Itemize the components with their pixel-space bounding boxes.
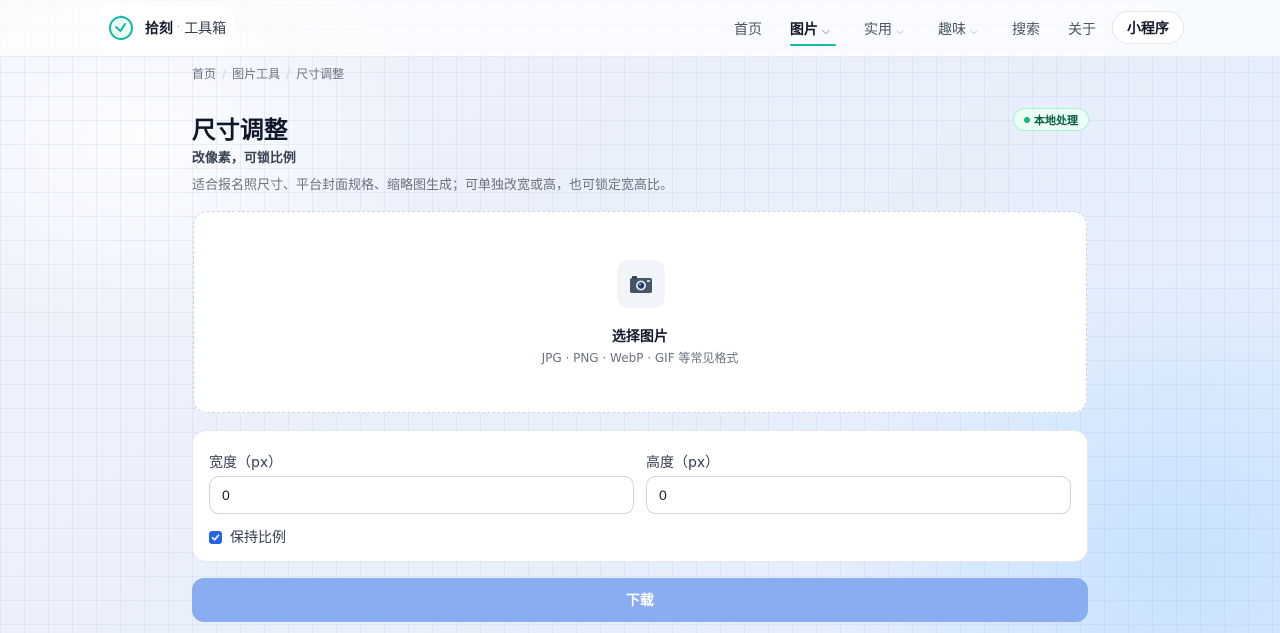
top-navbar: 拾刻 · 工具箱 首页 图片 ⌵ 实用 ⌵ 趣味 ⌵ 搜索 关于 小程序 xyxy=(0,0,1280,57)
nav-fun[interactable]: 趣味 ⌵ xyxy=(938,19,978,39)
page-title: 尺寸调整 xyxy=(192,116,288,144)
upload-format-hint: JPG · PNG · WebP · GIF 等常见格式 xyxy=(541,351,739,365)
nav-utility[interactable]: 实用 ⌵ xyxy=(864,19,904,39)
clock-logo-icon xyxy=(109,15,133,40)
lock-ratio-row[interactable]: 保持比例 xyxy=(209,527,286,547)
lock-ratio-label: 保持比例 xyxy=(230,530,286,546)
chevron-down-icon: ⌵ xyxy=(822,26,830,37)
breadcrumb-current: 尺寸调整 xyxy=(296,67,345,81)
nav-home[interactable]: 首页 xyxy=(734,19,762,39)
breadcrumb: 首页 / 图片工具 / 尺寸调整 xyxy=(192,65,344,82)
upload-title: 选择图片 xyxy=(612,329,668,345)
brand-name: 拾刻 xyxy=(145,20,173,37)
breadcrumb-image-tools[interactable]: 图片工具 xyxy=(232,65,280,82)
brand-separator: · xyxy=(177,22,181,33)
nav-active-indicator xyxy=(790,44,836,46)
brand-subtitle: 工具箱 xyxy=(184,20,227,37)
page-subtitle: 改像素，可锁比例 xyxy=(192,151,297,166)
camera-glyph xyxy=(630,276,652,293)
height-input[interactable] xyxy=(646,476,1071,514)
breadcrumb-separator: / xyxy=(286,66,291,81)
brand-logo[interactable]: 拾刻 · 工具箱 xyxy=(96,6,234,49)
nav-utility-label: 实用 xyxy=(864,22,892,38)
camera-icon xyxy=(617,260,665,308)
nav-image[interactable]: 图片 ⌵ xyxy=(790,19,830,39)
nav-search[interactable]: 搜索 xyxy=(1012,19,1040,39)
breadcrumb-separator: / xyxy=(222,66,227,81)
lock-ratio-checkbox[interactable] xyxy=(209,530,222,544)
checkmark-icon xyxy=(211,533,220,541)
status-dot-icon xyxy=(1024,116,1030,123)
width-input[interactable] xyxy=(209,476,634,514)
chevron-down-icon: ⌵ xyxy=(896,26,904,37)
mini-program-button[interactable]: 小程序 xyxy=(1112,11,1184,44)
nav-home-label: 首页 xyxy=(734,22,762,38)
nav-about-label: 关于 xyxy=(1068,22,1096,38)
nav-search-label: 搜索 xyxy=(1012,22,1040,38)
chevron-down-icon: ⌵ xyxy=(970,26,978,37)
nav-fun-label: 趣味 xyxy=(938,22,966,38)
width-label: 宽度（px） xyxy=(209,455,283,471)
image-upload-dropzone[interactable]: 选择图片 JPG · PNG · WebP · GIF 等常见格式 xyxy=(193,211,1087,413)
nav-about[interactable]: 关于 xyxy=(1068,19,1096,39)
height-label: 高度（px） xyxy=(646,455,720,471)
nav-image-label: 图片 xyxy=(790,22,818,38)
page-description: 适合报名照尺寸、平台封面规格、缩略图生成；可单独改宽或高，也可锁定宽高比。 xyxy=(192,178,674,193)
download-button[interactable]: 下载 xyxy=(192,578,1088,622)
breadcrumb-home[interactable]: 首页 xyxy=(192,65,216,82)
size-settings-panel: 宽度（px） 高度（px） 保持比例 xyxy=(192,430,1088,562)
badge-label: 本地处理 xyxy=(1034,113,1078,127)
local-processing-badge: 本地处理 xyxy=(1013,108,1089,131)
